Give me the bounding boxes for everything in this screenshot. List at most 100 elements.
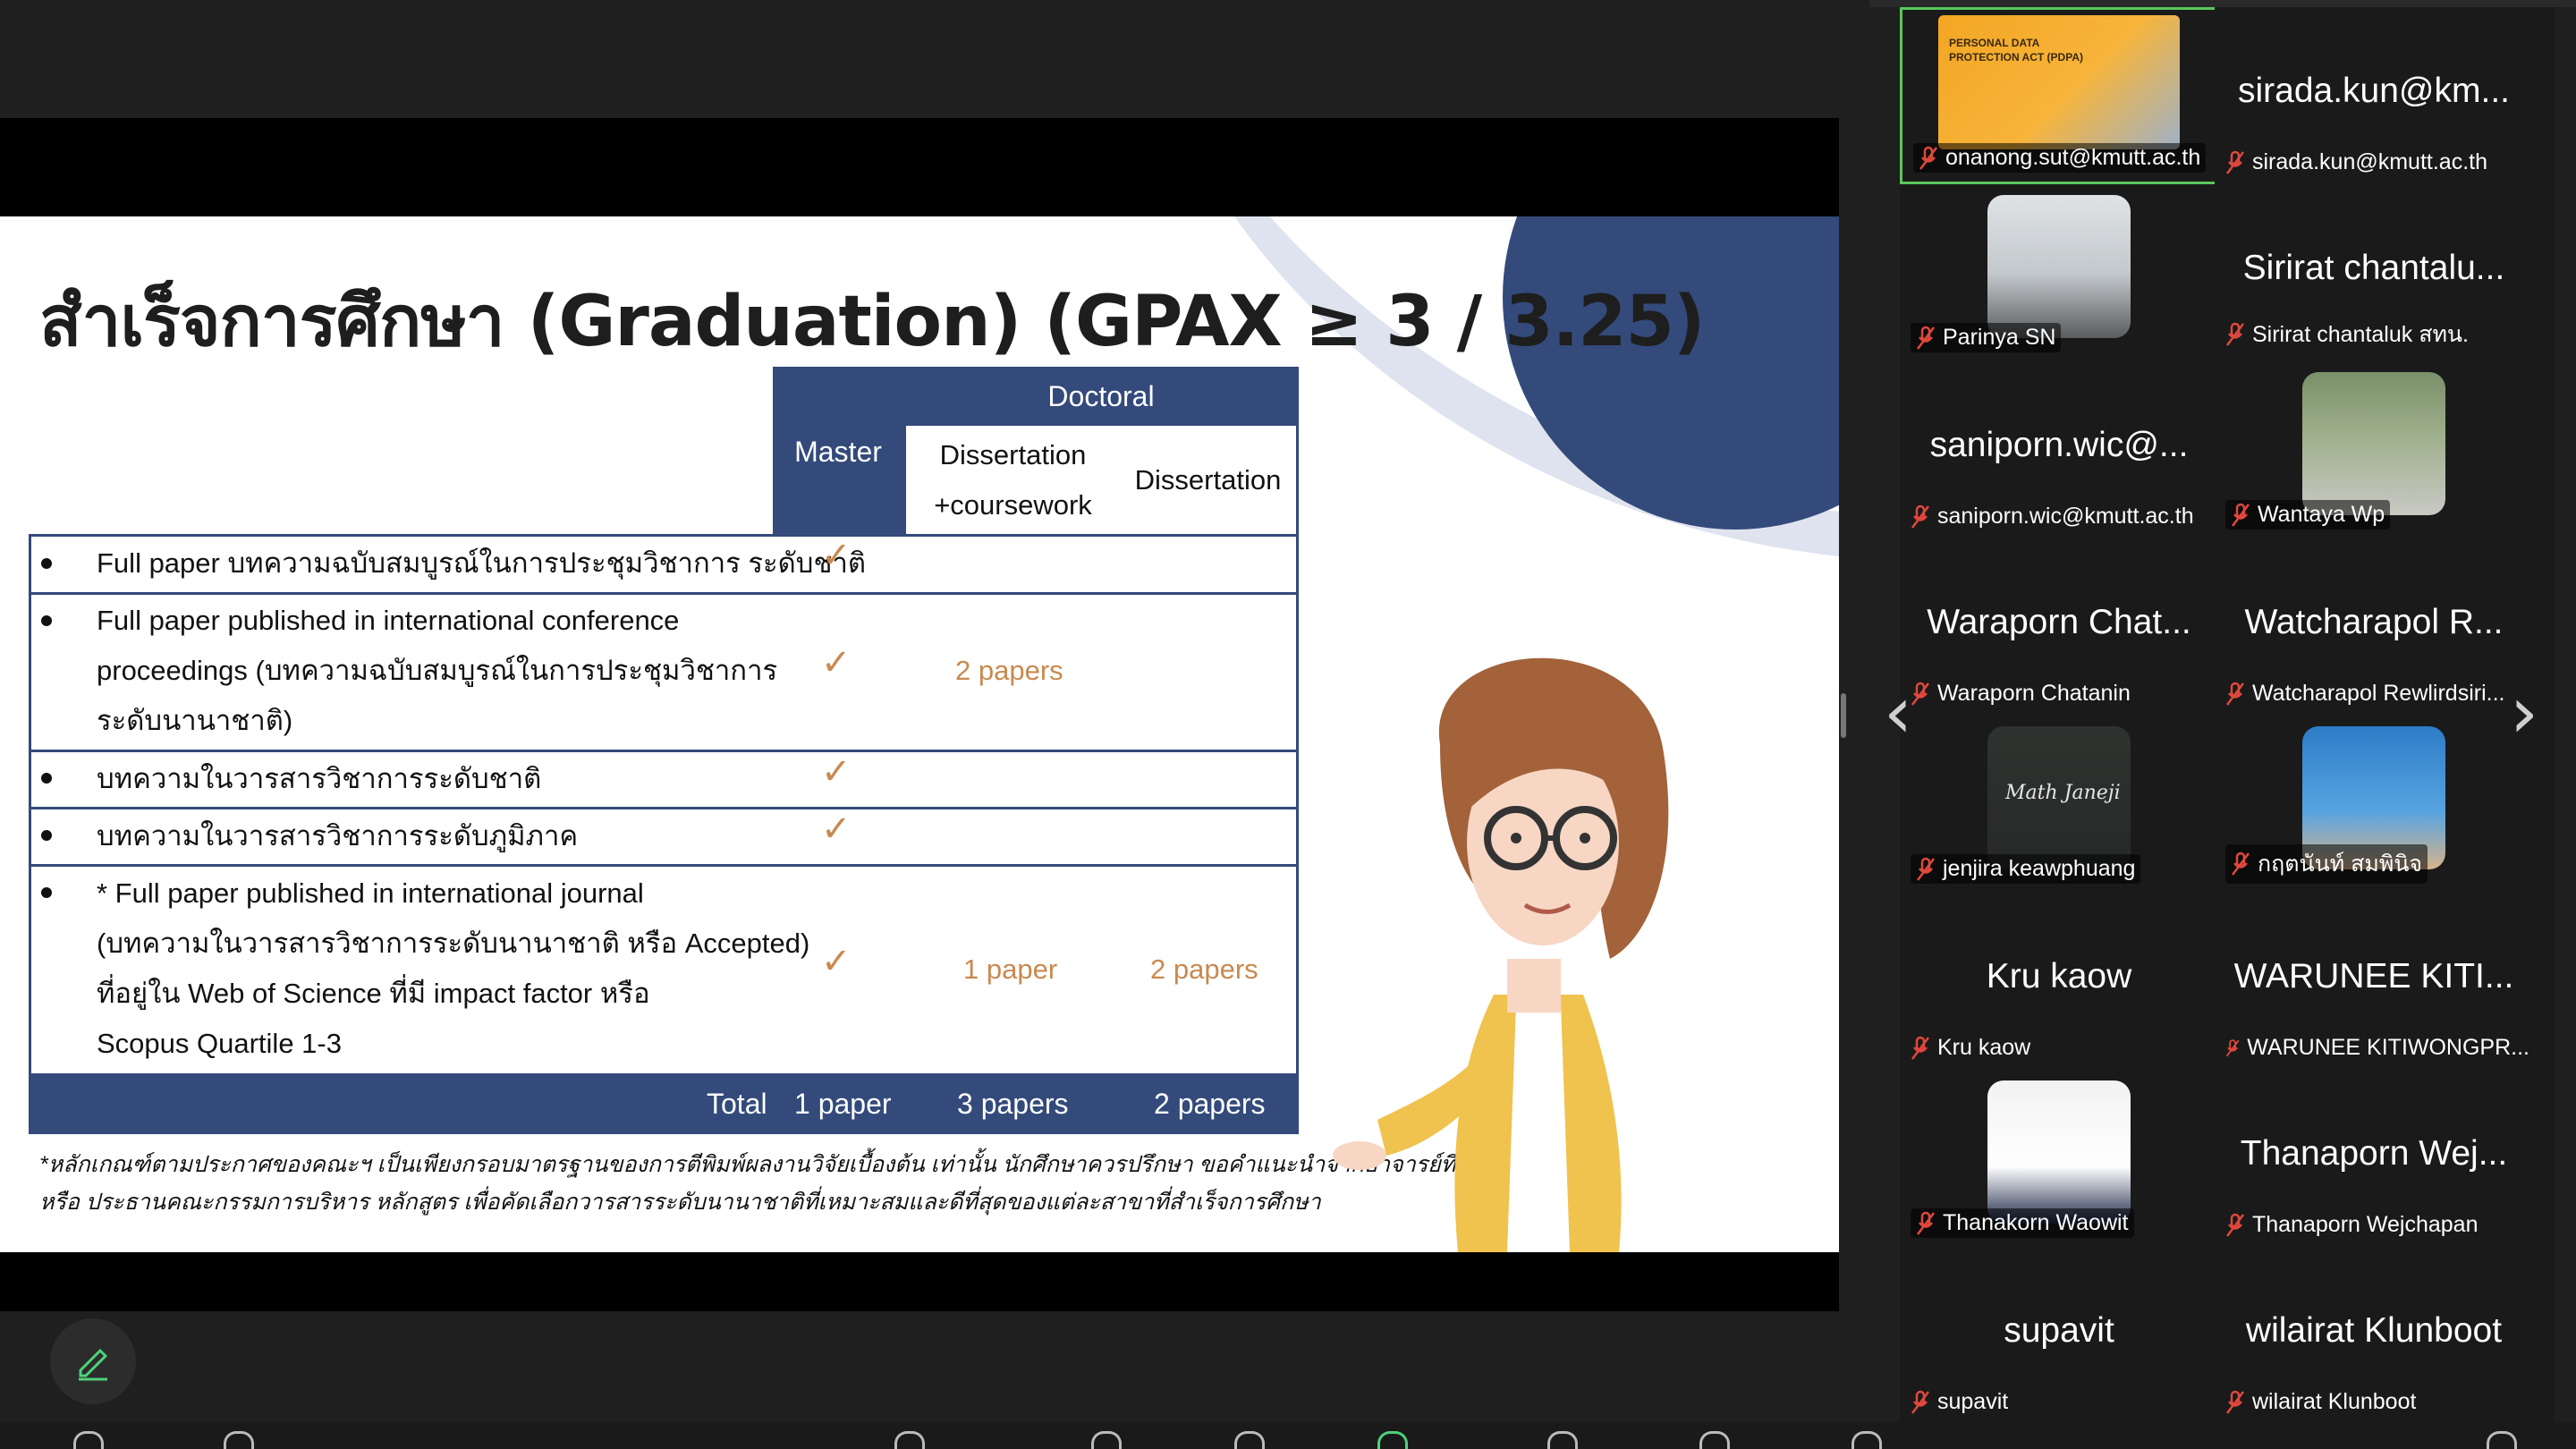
presenter-illustration	[1333, 657, 1669, 1252]
shared-screen-area: สำเร็จการศึกษา (Graduation) (GPAX ≥ 3 / …	[0, 0, 1869, 1449]
participant-name-label: Sirirat chantaluk สทน.	[2225, 317, 2469, 352]
reactions-icon[interactable]	[1547, 1431, 1578, 1449]
bullet	[41, 887, 52, 898]
chat-icon[interactable]	[1234, 1431, 1265, 1449]
share-screen-icon[interactable]	[1377, 1431, 1408, 1449]
participant-tile[interactable]: wilairat Klunboot wilairat Klunboot	[2215, 1247, 2533, 1424]
total-label: Total	[707, 1088, 767, 1120]
bullet	[41, 773, 52, 784]
row-text: บทความในวารสารวิชาการระดับชาติ	[97, 763, 542, 794]
table-line	[1296, 534, 1299, 1073]
participant-display-name: saniporn.wic@...	[1929, 426, 2189, 464]
participant-tile[interactable]: Math Janeji jenjira keawphuang	[1900, 716, 2218, 893]
participant-name-label: jenjira keawphuang	[1911, 854, 2141, 884]
participant-avatar	[2302, 372, 2445, 515]
participant-tile[interactable]: Kru kaow Kru kaow	[1900, 893, 2218, 1070]
muted-mic-icon	[1911, 1390, 1929, 1414]
participant-tile[interactable]: Waraporn Chat... Waraporn Chatanin	[1900, 538, 2218, 716]
muted-mic-icon	[1919, 146, 1937, 170]
participant-avatar: PERSONAL DATA PROTECTION ACT (PDPA)	[1938, 15, 2180, 149]
bullet	[41, 830, 52, 841]
muted-mic-icon	[2226, 322, 2244, 346]
participant-tile[interactable]: Watcharapol R... Watcharapol Rewlirdsiri.…	[2215, 538, 2533, 716]
participant-tile[interactable]: sirada.kun@km... sirada.kun@kmutt.ac.th	[2215, 7, 2533, 184]
participant-tile[interactable]: Wantaya Wp	[2215, 361, 2533, 538]
pencil-icon	[79, 1348, 108, 1381]
header-diss-line1: Dissertation	[939, 438, 1087, 470]
participant-tile[interactable]: Sirirat chantalu... Sirirat chantaluk สทน…	[2215, 184, 2533, 361]
participant-name-label: Thanaporn Wejchapan	[2225, 1212, 2479, 1238]
participant-name-label: onanong.sut@kmutt.ac.th	[1913, 143, 2207, 173]
participant-name: wilairat Klunboot	[2252, 1389, 2417, 1414]
row-text: * Full paper published in international …	[97, 877, 644, 909]
table-line	[29, 592, 1299, 595]
panel-resize-handle[interactable]	[1841, 693, 1846, 738]
participant-name-label: กฤตนันท์ สมพินิจ	[2225, 844, 2428, 884]
participant-gallery: PERSONAL DATA PROTECTION ACT (PDPA) onanon…	[1900, 7, 2555, 1424]
apps-icon[interactable]	[1699, 1431, 1730, 1449]
muted-mic-icon	[2225, 1038, 2240, 1056]
muted-mic-icon	[1911, 1036, 1929, 1060]
gallery-next-icon[interactable]: ›	[2510, 671, 2538, 754]
checkmark: ✓	[821, 643, 852, 682]
slide-title: สำเร็จการศึกษา (Graduation) (GPAX ≥ 3 / …	[39, 282, 1705, 362]
gallery-prev-icon[interactable]: ‹	[1884, 671, 1912, 754]
muted-mic-icon	[2226, 150, 2244, 174]
participant-name: Thanakorn Waowit	[1943, 1210, 2129, 1235]
header-dissertation: Dissertation	[1120, 426, 1299, 537]
participant-name-label: Waraporn Chatanin	[1911, 681, 2131, 707]
participant-display-name: Thanaporn Wej...	[2240, 1134, 2508, 1173]
whiteboard-icon[interactable]	[1852, 1431, 1882, 1449]
row-text: ที่อยู่ใน Web of Science ที่มี impact fa…	[97, 978, 650, 1009]
participant-name: jenjira keawphuang	[1943, 856, 2136, 881]
participant-tile[interactable]: PERSONAL DATA PROTECTION ACT (PDPA) onanon…	[1900, 7, 2218, 184]
participant-display-name: sirada.kun@km...	[2237, 72, 2511, 110]
participant-name: Watcharapol Rewlirdsiri...	[2252, 681, 2505, 706]
participant-display-name: Waraporn Chat...	[1927, 603, 2191, 641]
checkmark: ✓	[821, 809, 852, 849]
more-icon[interactable]	[2487, 1431, 2517, 1449]
diss-coursework-value: 1 paper	[963, 953, 1058, 985]
participants-icon[interactable]	[1091, 1431, 1122, 1449]
muted-mic-icon	[1917, 1211, 1935, 1235]
table-line	[29, 534, 31, 1073]
muted-mic-icon	[1911, 682, 1929, 706]
participant-tile[interactable]: Parinya SN	[1900, 184, 2218, 361]
video-icon[interactable]	[224, 1431, 254, 1449]
participant-display-name: Kru kaow	[1986, 957, 2132, 996]
header-master: Master	[773, 367, 903, 537]
diss-coursework-value: 2 papers	[955, 655, 1063, 686]
total-dissertation: 2 papers	[1154, 1088, 1266, 1120]
participant-tile[interactable]: Thanaporn Wej... Thanaporn Wejchapan	[2215, 1070, 2533, 1247]
row-text: proceedings (บทความฉบับสมบูรณ์ในการประชุ…	[97, 655, 778, 686]
participant-tile[interactable]: Thanakorn Waowit	[1900, 1070, 2218, 1247]
checkmark: ✓	[821, 752, 852, 792]
participant-name-label: Kru kaow	[1911, 1035, 2030, 1061]
mic-icon[interactable]	[73, 1431, 104, 1449]
participant-name: supavit	[1937, 1389, 2009, 1414]
participant-name-label: sirada.kun@kmutt.ac.th	[2225, 149, 2487, 175]
participant-tile[interactable]: supavit supavit	[1900, 1247, 2218, 1424]
participant-name: saniporn.wic@kmutt.ac.th	[1937, 504, 2194, 529]
participant-tile[interactable]: WARUNEE KITI... WARUNEE KITIWONGPR...	[2215, 893, 2533, 1070]
participant-avatar	[1987, 195, 2131, 338]
header-dissertation-coursework: Dissertation +coursework	[903, 426, 1120, 537]
footnote: หรือ ประธานคณะกรรมการบริหาร หลักสูตร เพื…	[39, 1190, 1321, 1215]
muted-mic-icon	[2226, 1390, 2244, 1414]
header-diss-line2: +coursework	[934, 488, 1092, 521]
participant-tile[interactable]: กฤตนันท์ สมพินิจ	[2215, 716, 2533, 893]
participant-tile[interactable]: saniporn.wic@... saniporn.wic@kmutt.ac.th	[1900, 361, 2218, 538]
participant-avatar	[1987, 1080, 2131, 1224]
bottom-toolbar	[0, 1422, 2576, 1449]
muted-mic-icon	[1911, 504, 1929, 529]
participant-name-label: WARUNEE KITIWONGPR...	[2225, 1035, 2529, 1061]
total-diss-coursework: 3 papers	[957, 1088, 1069, 1120]
participant-name: sirada.kun@kmutt.ac.th	[2252, 149, 2487, 174]
muted-mic-icon	[2226, 1213, 2244, 1237]
participant-name: Wantaya Wp	[2258, 502, 2385, 527]
security-icon[interactable]	[894, 1431, 925, 1449]
participant-name-label: Parinya SN	[1911, 323, 2062, 352]
participant-display-name: Sirirat chantalu...	[2242, 249, 2505, 287]
annotate-button[interactable]	[50, 1318, 136, 1404]
dissertation-value: 2 papers	[1150, 953, 1258, 985]
